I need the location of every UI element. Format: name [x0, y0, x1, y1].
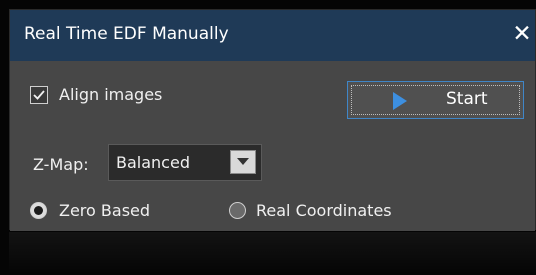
real-coordinates-label: Real Coordinates: [256, 201, 392, 220]
check-icon: [33, 90, 45, 100]
zmap-selected-value: Balanced: [116, 153, 190, 172]
radio-real-coordinates[interactable]: [229, 202, 246, 219]
window-title: Real Time EDF Manually: [24, 24, 229, 44]
edf-dialog: Real Time EDF Manually ✕ Align images St…: [9, 9, 536, 231]
zmap-label: Z-Map:: [33, 155, 89, 174]
reflection-fade: [9, 232, 536, 275]
start-button[interactable]: Start: [347, 81, 524, 119]
zero-based-label: Zero Based: [59, 201, 151, 220]
dialog-body: Align images Start Z-Map: Balanced Zero …: [10, 61, 535, 231]
start-button-label: Start: [446, 89, 488, 109]
align-images-checkbox[interactable]: [30, 86, 48, 104]
dropdown-button[interactable]: [230, 150, 256, 174]
focus-ring: [351, 85, 520, 115]
chevron-down-icon: [237, 158, 249, 165]
title-bar[interactable]: Real Time EDF Manually ✕: [10, 10, 535, 61]
zmap-select[interactable]: Balanced: [108, 144, 262, 181]
radio-zero-based[interactable]: [30, 202, 47, 219]
dialog-reflection: [9, 232, 536, 275]
align-images-label: Align images: [59, 85, 163, 104]
close-icon[interactable]: ✕: [508, 19, 536, 49]
play-icon: [393, 92, 407, 110]
